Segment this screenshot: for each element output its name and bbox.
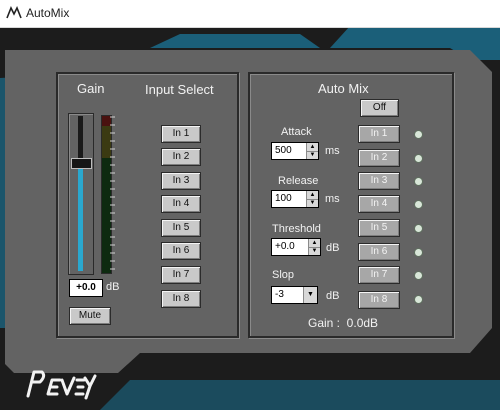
automix-heading: Auto Mix xyxy=(318,81,369,96)
automix-in-4-button[interactable]: In 4 xyxy=(358,195,400,213)
attack-label: Attack xyxy=(281,126,312,138)
level-meter-ticks xyxy=(110,116,115,270)
input-select-in-8-button[interactable]: In 8 xyxy=(161,290,201,308)
channel-4-led xyxy=(414,200,423,209)
release-down-arrow-icon[interactable]: ▼ xyxy=(307,199,318,207)
threshold-down-arrow-icon[interactable]: ▼ xyxy=(309,247,320,255)
input-select-heading: Input Select xyxy=(145,82,214,97)
automix-off-button[interactable]: Off xyxy=(360,99,399,117)
input-select-in-2-button[interactable]: In 2 xyxy=(161,148,201,166)
input-select-in-1-button[interactable]: In 1 xyxy=(161,125,201,143)
gain-unit: dB xyxy=(106,281,120,293)
gain-fader-rail xyxy=(78,116,83,163)
channel-5-led xyxy=(414,224,423,233)
channel-6-led xyxy=(414,248,423,257)
release-value: 100 xyxy=(275,193,292,204)
input-select-in-7-button[interactable]: In 7 xyxy=(161,266,201,284)
title-bar: AutoMix xyxy=(0,0,500,28)
gain-fader-knob[interactable] xyxy=(71,158,92,169)
channel-7-led xyxy=(414,271,423,280)
input-select-in-5-button[interactable]: In 5 xyxy=(161,219,201,237)
slop-select[interactable]: -3 ▼ xyxy=(271,286,318,304)
automix-in-7-button[interactable]: In 7 xyxy=(358,266,400,284)
attack-spinbox[interactable]: 500 ▲ ▼ xyxy=(271,142,319,160)
slop-value: -3 xyxy=(275,289,284,300)
input-select-in-3-button[interactable]: In 3 xyxy=(161,172,201,190)
peavey-app-icon xyxy=(6,6,22,19)
input-select-in-4-button[interactable]: In 4 xyxy=(161,195,201,213)
slop-dropdown-arrow-icon[interactable]: ▼ xyxy=(303,287,317,303)
release-spinbox[interactable]: 100 ▲ ▼ xyxy=(271,190,319,208)
channel-3-led xyxy=(414,177,423,186)
automix-in-2-button[interactable]: In 2 xyxy=(358,149,400,167)
threshold-spinbox[interactable]: +0.0 ▲ ▼ xyxy=(271,238,321,256)
channel-2-led xyxy=(414,154,423,163)
gain-heading: Gain xyxy=(77,81,105,96)
window-title: AutoMix xyxy=(26,6,70,20)
automix-in-1-button[interactable]: In 1 xyxy=(358,125,400,143)
release-spin-arrows[interactable]: ▲ ▼ xyxy=(306,191,318,207)
attack-spin-arrows[interactable]: ▲ ▼ xyxy=(306,143,318,159)
automix-panel: Gain Input Select +0.0 dB Mute In 1 In 2… xyxy=(0,28,500,410)
automix-in-5-button[interactable]: In 5 xyxy=(358,219,400,237)
attack-unit: ms xyxy=(325,145,340,157)
automix-in-3-button[interactable]: In 3 xyxy=(358,172,400,190)
automix-gain-readout: Gain : 0.0dB xyxy=(308,316,379,330)
attack-down-arrow-icon[interactable]: ▼ xyxy=(307,151,318,159)
threshold-label: Threshold xyxy=(272,223,321,235)
peavey-logo xyxy=(26,370,97,400)
threshold-value: +0.0 xyxy=(275,241,295,252)
threshold-unit: dB xyxy=(326,242,340,254)
gain-value-field[interactable]: +0.0 xyxy=(69,279,103,297)
mute-button[interactable]: Mute xyxy=(69,307,111,325)
channel-8-led xyxy=(414,295,423,304)
threshold-spin-arrows[interactable]: ▲ ▼ xyxy=(308,239,320,255)
automix-in-8-button[interactable]: In 8 xyxy=(358,291,400,309)
channel-1-led xyxy=(414,130,423,139)
input-select-in-6-button[interactable]: In 6 xyxy=(161,242,201,260)
release-label: Release xyxy=(278,175,319,187)
slop-label: Slop xyxy=(272,269,295,281)
attack-value: 500 xyxy=(275,145,292,156)
gain-value: +0.0 xyxy=(76,282,96,293)
automix-in-6-button[interactable]: In 6 xyxy=(358,243,400,261)
gain-fader-fill xyxy=(78,163,83,271)
release-unit: ms xyxy=(325,193,340,205)
slop-unit: dB xyxy=(326,290,340,302)
